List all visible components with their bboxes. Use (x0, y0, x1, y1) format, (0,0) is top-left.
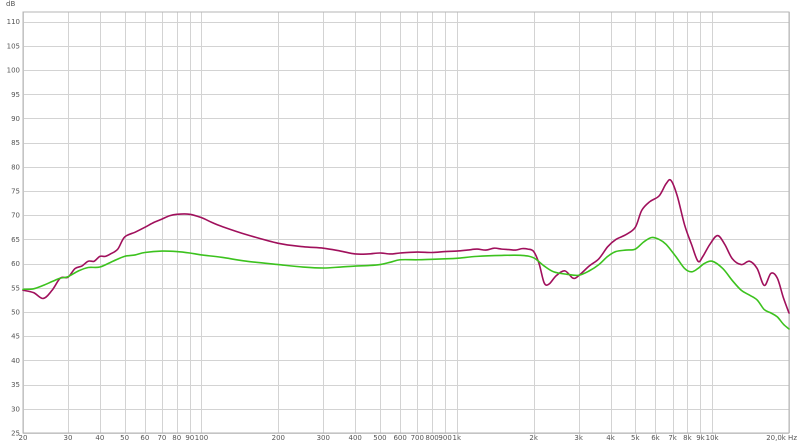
y-tick-label: 35 (11, 381, 20, 389)
x-tick-label: 60 (140, 434, 149, 442)
y-tick-label: 110 (7, 18, 20, 26)
x-tick-label: 400 (349, 434, 362, 442)
x-tick-label: 2k (529, 434, 538, 442)
x-tick-label: 600 (393, 434, 406, 442)
x-tick-label: 1k (453, 434, 462, 442)
series-lines (22, 178, 790, 330)
y-tick-label: 80 (11, 163, 20, 171)
x-tick-label: 50 (120, 434, 129, 442)
x-tick-label: 500 (373, 434, 386, 442)
y-axis-tick-labels: 253035404550556065707580859095100105110 (7, 18, 20, 437)
x-tick-label: 800 (425, 434, 438, 442)
x-tick-label: 40 (95, 434, 104, 442)
x-tick-label: 3k (574, 434, 583, 442)
x-tick-label: 80 (172, 434, 181, 442)
x-tick-label: 5k (631, 434, 640, 442)
y-tick-label: 105 (7, 42, 20, 50)
x-tick-label: 100 (195, 434, 208, 442)
y-axis-unit-label: dB (6, 0, 15, 8)
x-tick-label: 70 (157, 434, 166, 442)
x-tick-label: 7k (668, 434, 677, 442)
x-tick-label: 300 (317, 434, 330, 442)
y-tick-label: 100 (7, 67, 20, 75)
x-tick-label: 9k (696, 434, 705, 442)
x-tick-label: 6k (651, 434, 660, 442)
y-tick-label: 60 (11, 260, 20, 268)
x-tick-label: 30 (64, 434, 73, 442)
series-line-2 (22, 236, 790, 330)
y-tick-label: 30 (11, 405, 20, 413)
x-tick-label: 8k (683, 434, 692, 442)
y-tick-label: 55 (11, 284, 20, 292)
y-tick-label: 70 (11, 212, 20, 220)
x-tick-label: 10k (706, 434, 720, 442)
grid-lines (23, 12, 790, 434)
y-tick-label: 45 (11, 333, 20, 341)
x-tick-label: 4k (606, 434, 615, 442)
x-tick-label: 20,0k Hz (766, 434, 797, 442)
x-tick-label: 900 (438, 434, 451, 442)
plot-frame (22, 11, 790, 434)
frequency-response-chart: dB 2530354045505560657075808590951001051… (6, 0, 798, 442)
x-tick-label: 20 (19, 434, 28, 442)
x-axis-tick-labels: 20 30 40 50 60 70 80 90 100 200 300 400 500 600 700 800… (19, 434, 798, 442)
x-tick-label: 200 (272, 434, 285, 442)
y-tick-label: 85 (11, 139, 20, 147)
y-tick-label: 65 (11, 236, 20, 244)
y-tick-label: 50 (11, 309, 20, 317)
y-tick-label: 90 (11, 115, 20, 123)
series-line-1 (22, 178, 790, 314)
y-tick-label: 40 (11, 357, 20, 365)
y-tick-label: 95 (11, 91, 20, 99)
x-tick-label: 90 (185, 434, 194, 442)
x-tick-label: 700 (411, 434, 424, 442)
y-tick-label: 75 (11, 188, 20, 196)
